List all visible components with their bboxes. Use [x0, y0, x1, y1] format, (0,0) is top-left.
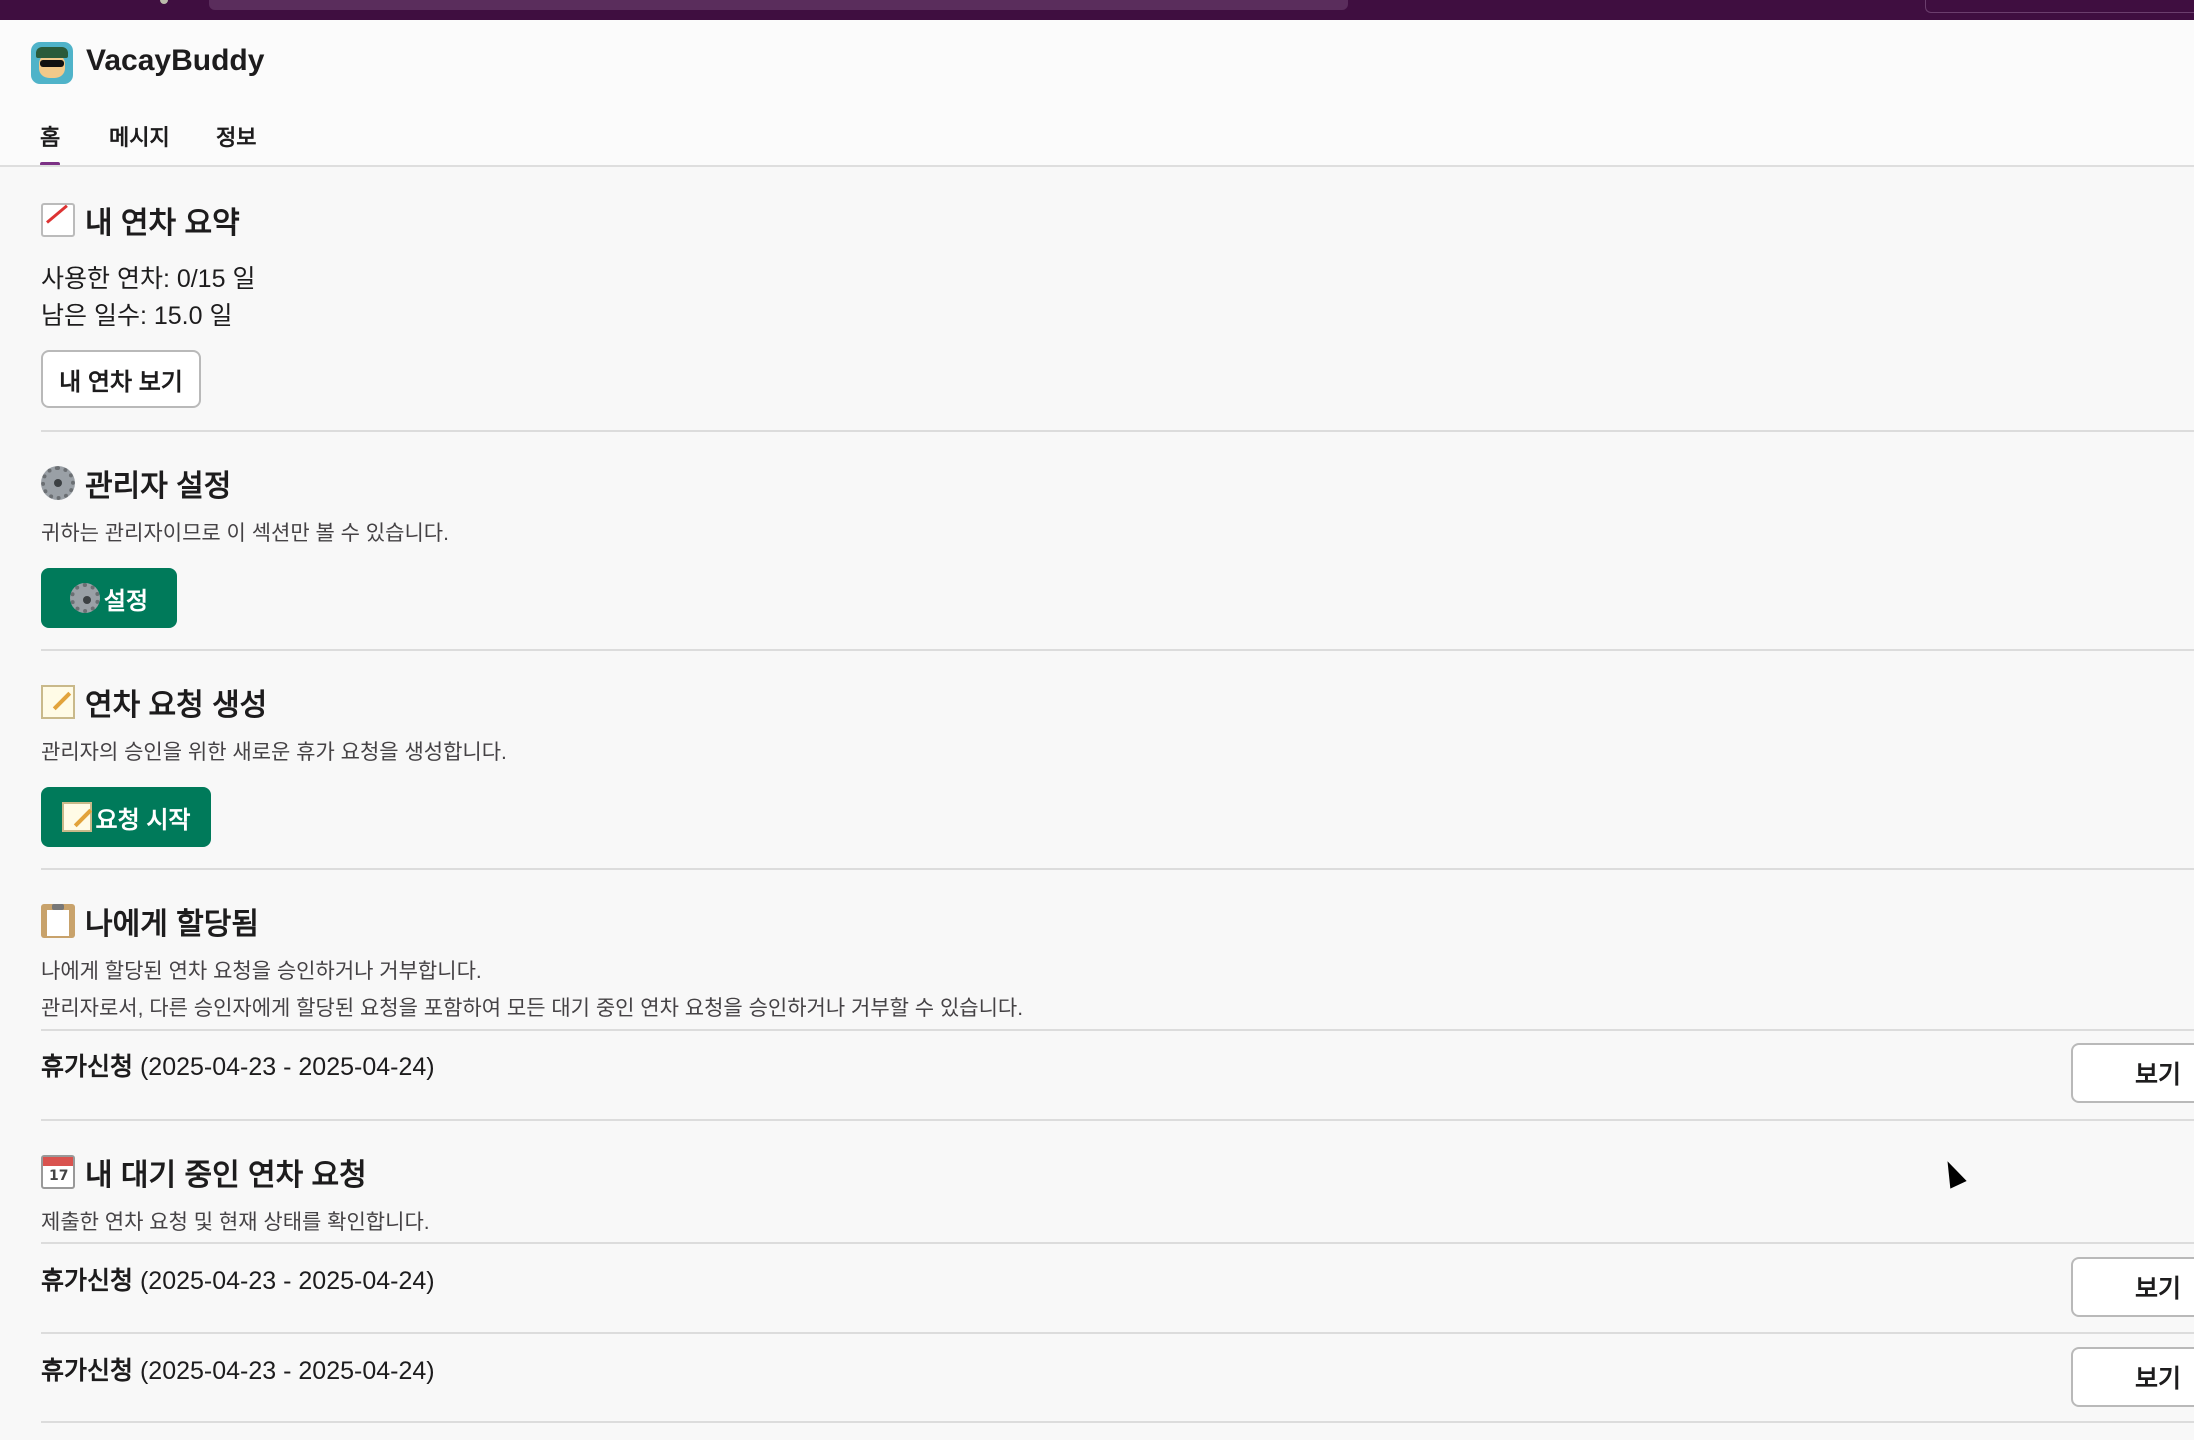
- pending-view-button[interactable]: 보기: [2071, 1347, 2194, 1407]
- create-heading-text: 연차 요청 생성: [85, 689, 268, 722]
- view-my-leave-button[interactable]: 내 연차 보기: [41, 350, 201, 408]
- chart-increasing-icon: [41, 203, 75, 237]
- admin-heading: 관리자 설정: [41, 461, 231, 505]
- request-title: 휴가신청: [41, 1357, 134, 1385]
- top-search-bar[interactable]: [209, 0, 1348, 10]
- section-divider: [41, 868, 2194, 870]
- settings-button-label: 설정: [103, 587, 149, 615]
- remaining-days-text: 남은 일수: 15.0 일: [41, 302, 233, 330]
- top-bar-dot: [160, 0, 168, 4]
- gear-icon: [41, 466, 75, 500]
- admin-heading-text: 관리자 설정: [85, 470, 232, 503]
- app-logo-icon: [31, 42, 73, 84]
- create-heading: 연차 요청 생성: [41, 680, 267, 724]
- settings-button[interactable]: 설정: [41, 568, 177, 628]
- gear-icon: [69, 583, 100, 613]
- section-divider: [41, 649, 2194, 651]
- assigned-description-1: 나에게 할당된 연차 요청을 승인하거나 거부합니다.: [41, 960, 482, 983]
- pending-request-item: 휴가신청 (2025-04-23 - 2025-04-24): [41, 1261, 435, 1297]
- assigned-heading: 나에게 할당됨: [41, 899, 259, 943]
- assigned-request-item: 휴가신청 (2025-04-23 - 2025-04-24): [41, 1047, 435, 1083]
- section-divider: [41, 430, 2194, 432]
- request-dates: (2025-04-23 - 2025-04-24): [133, 1357, 435, 1385]
- app-header: VacayBuddy 홈 메시지 정보: [0, 20, 2194, 166]
- list-divider: [41, 1421, 2194, 1423]
- clipboard-icon: [41, 904, 75, 938]
- list-divider: [41, 1332, 2194, 1334]
- memo-icon: [61, 802, 92, 832]
- pending-request-item: 휴가신청 (2025-04-23 - 2025-04-24): [41, 1351, 435, 1387]
- assigned-heading-text: 나에게 할당됨: [85, 908, 259, 941]
- summary-heading-text: 내 연차 요약: [85, 207, 240, 240]
- memo-icon: [41, 685, 75, 719]
- list-divider: [41, 1242, 2194, 1244]
- view-button-label: 보기: [2135, 1275, 2182, 1303]
- create-description: 관리자의 승인을 위한 새로운 휴가 요청을 생성합니다.: [41, 741, 507, 764]
- section-divider: [41, 1119, 2194, 1121]
- start-request-button-label: 요청 시작: [95, 806, 191, 834]
- assigned-description-2: 관리자로서, 다른 승인자에게 할당된 요청을 포함하여 모든 대기 중인 연차…: [41, 997, 1024, 1020]
- top-right-control[interactable]: [1925, 0, 2194, 13]
- start-request-button[interactable]: 요청 시작: [41, 787, 211, 847]
- list-divider: [41, 1029, 2194, 1031]
- pending-heading: 내 대기 중인 연차 요청: [41, 1150, 367, 1194]
- tab-home[interactable]: 홈: [40, 120, 61, 166]
- request-title: 휴가신청: [41, 1267, 134, 1295]
- home-content: 내 연차 요약 사용한 연차: 0/15 일 남은 일수: 15.0 일 내 연…: [0, 167, 2194, 1440]
- view-button-label: 보기: [2135, 1365, 2182, 1393]
- assigned-view-button[interactable]: 보기: [2071, 1043, 2194, 1103]
- window-top-bar: [0, 0, 2194, 20]
- request-dates: (2025-04-23 - 2025-04-24): [133, 1267, 435, 1295]
- pending-view-button[interactable]: 보기: [2071, 1257, 2194, 1317]
- tab-messages[interactable]: 메시지: [109, 120, 170, 152]
- pending-heading-text: 내 대기 중인 연차 요청: [85, 1159, 367, 1192]
- pending-description: 제출한 연차 요청 및 현재 상태를 확인합니다.: [41, 1211, 430, 1234]
- used-leave-text: 사용한 연차: 0/15 일: [41, 265, 256, 293]
- summary-heading: 내 연차 요약: [41, 198, 240, 242]
- view-button-label: 보기: [2135, 1061, 2182, 1089]
- admin-description: 귀하는 관리자이므로 이 섹션만 볼 수 있습니다.: [41, 522, 449, 545]
- tab-about[interactable]: 정보: [216, 120, 256, 152]
- request-title: 휴가신청: [41, 1053, 134, 1081]
- calendar-icon: [41, 1155, 75, 1189]
- request-dates: (2025-04-23 - 2025-04-24): [133, 1053, 435, 1081]
- app-title: VacayBuddy: [86, 44, 265, 77]
